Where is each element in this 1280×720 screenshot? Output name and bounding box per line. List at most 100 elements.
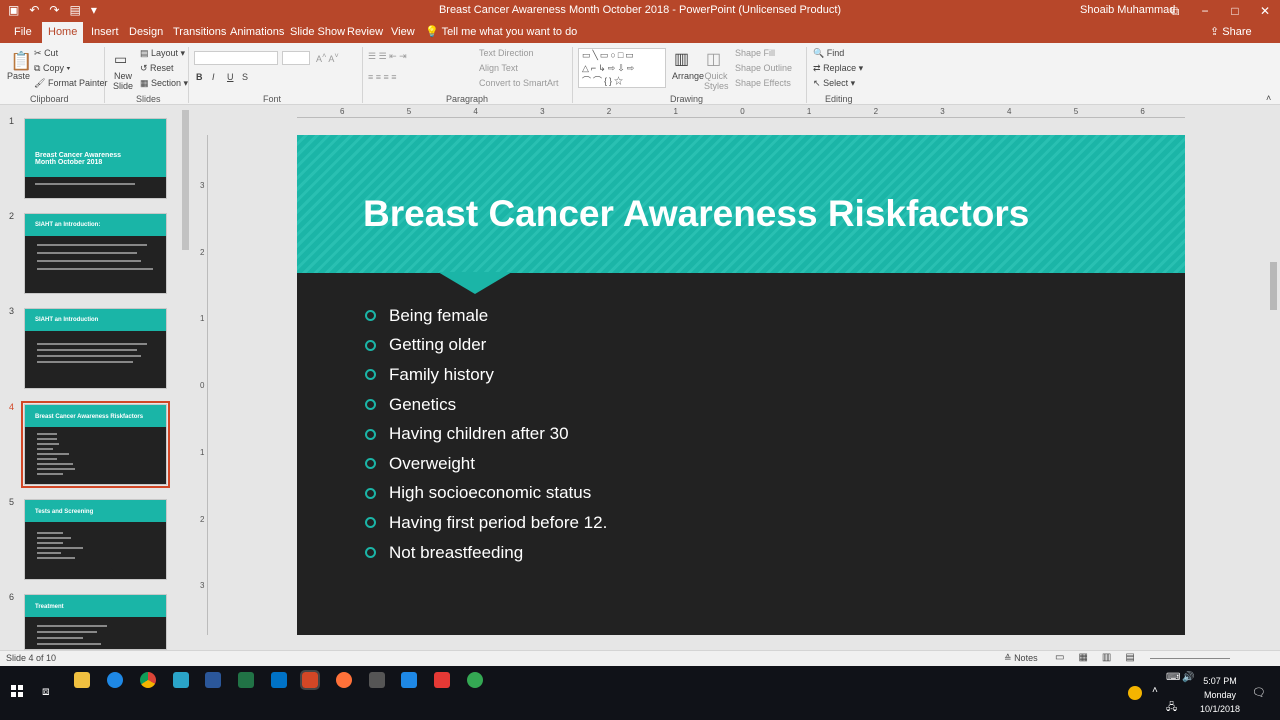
replace-icon: ⇄ [813,63,821,73]
view-buttons[interactable]: ▭▦▥▤ [1055,652,1149,663]
share-button[interactable]: ⇪ Share [1210,22,1252,43]
format-painter-button[interactable]: 🖌 Format Painter [34,78,107,89]
tab-file[interactable]: File [8,22,38,43]
convert-smartart-button[interactable]: Convert to SmartArt [479,78,559,88]
outlook-icon[interactable] [271,672,287,688]
select-button[interactable]: ↖ Select ▾ [813,78,855,89]
zoom-slider[interactable] [1150,658,1230,659]
task-view-icon[interactable]: ⧈ [42,684,50,699]
cut-button[interactable]: ✂ Cut [34,48,58,59]
slide-thumbnail-1[interactable]: Breast Cancer Awareness Month October 20… [24,118,167,199]
bullet-item[interactable]: Not breastfeeding [363,538,607,568]
replace-button[interactable]: ⇄ Replace ▾ [813,63,863,74]
shape-fill-button[interactable]: Shape Fill [735,48,775,58]
tab-design[interactable]: Design [123,22,169,43]
section-button[interactable]: ▦ Section ▾ [140,78,188,89]
quick-styles-button[interactable]: Quick Styles [704,71,729,91]
italic-button[interactable]: I [212,72,215,82]
tab-review[interactable]: Review [341,22,389,43]
align-icons[interactable]: ≡ ≡ ≡ ≡ [368,72,397,82]
app-icon[interactable] [173,672,189,688]
font-size-buttons[interactable]: A˄ A˅ [316,51,339,64]
restore-button[interactable]: □ [1220,0,1250,22]
copy-button[interactable]: ⧉ Copy ▾ [34,63,70,74]
bullet-item[interactable]: Overweight [363,449,607,479]
bullet-item[interactable]: Family history [363,360,607,390]
shape-outline-button[interactable]: Shape Outline [735,63,792,73]
reset-label: Reset [150,63,174,73]
minimize-button[interactable]: − [1190,0,1220,22]
font-size-dropdown[interactable] [282,51,310,65]
tab-home[interactable]: Home [42,22,84,43]
bold-button[interactable]: B [196,72,203,82]
app-green-icon[interactable] [467,672,483,688]
shapes-gallery[interactable]: ▭╲▭○□▭ △⌐↳⇨⇩⇨ ⌒⌒{}☆ [578,48,666,88]
bullet-item[interactable]: Having first period before 12. [363,508,607,538]
quick-styles-icon[interactable]: ◫ [706,49,721,69]
powerpoint-icon[interactable] [300,670,320,690]
slide-thumbnail-2[interactable]: SIAHT an Introduction: [24,213,167,294]
reset-button[interactable]: ↺ Reset [140,63,174,74]
ruler-label: 1 [673,107,678,116]
font-name-dropdown[interactable] [194,51,278,65]
bullet-circle-icon [365,458,376,470]
action-center-icon[interactable]: 🗨 [1252,686,1266,699]
ribbon-display-options-button[interactable]: ⧉ [1160,0,1190,22]
show-hidden-icons[interactable]: ˄ [1152,685,1158,696]
notes-button[interactable]: ≙ Notes [1004,653,1038,664]
excel-icon[interactable] [238,672,254,688]
tab-transitions[interactable]: Transitions [167,22,232,43]
slide-title[interactable]: Breast Cancer Awareness Riskfactors [363,193,1029,235]
bullets-icon[interactable]: ☰ ☰ ⇤ ⇥ [368,51,407,62]
tab-view[interactable]: View [385,22,421,43]
tell-me-search[interactable]: 💡 Tell me what you want to do [425,22,577,43]
slide-thumbnail-4[interactable]: Breast Cancer Awareness Riskfactors [21,401,170,488]
bullet-text: High socioeconomic status [389,483,592,503]
slide-thumbnail-3[interactable]: SIAHT an Introduction [24,308,167,389]
bullet-item[interactable]: Genetics [363,390,607,420]
editor-scrollbar[interactable] [1268,92,1278,632]
volume-icon[interactable]: 🔊 [1182,672,1194,683]
word-icon[interactable] [205,672,221,688]
slide-canvas[interactable]: Breast Cancer Awareness Riskfactors Bein… [297,135,1185,635]
arrange-icon[interactable]: ▥ [674,49,689,69]
edge-icon[interactable] [107,672,123,688]
slide-bullet-list[interactable]: Being female Getting older Family history G… [363,301,607,567]
layout-button[interactable]: ▤ Layout ▾ [140,48,185,59]
paste-button[interactable]: Paste [7,71,30,81]
chrome-icon[interactable] [140,672,156,688]
paste-icon[interactable]: 📋 [10,51,32,72]
app-red-icon[interactable] [434,672,450,688]
slide-thumbnail-6[interactable]: Treatment [24,594,167,650]
new-slide-icon[interactable]: ▭ [114,51,127,68]
strikethrough-button[interactable]: S [242,72,248,82]
find-button[interactable]: 🔍 Find [813,48,844,59]
tab-insert[interactable]: Insert [85,22,125,43]
bullet-item[interactable]: Getting older [363,331,607,361]
bullet-item[interactable]: Having children after 30 [363,419,607,449]
bullet-item[interactable]: High socioeconomic status [363,479,607,509]
notification-icon[interactable] [1128,686,1142,700]
ribbon-tabs: File Home Insert Design Transitions Anim… [0,22,1280,43]
underline-button[interactable]: U [227,72,234,82]
arrange-button[interactable]: Arrange [672,71,704,81]
file-explorer-icon[interactable] [74,672,90,688]
network-icon[interactable]: 🖧 [1166,700,1177,717]
firefox-icon[interactable] [336,672,352,688]
new-slide-button[interactable]: New Slide [110,71,136,91]
thumbnail-scrollbar[interactable] [181,106,190,650]
shape-effects-button[interactable]: Shape Effects [735,78,791,88]
bullet-text: Genetics [389,394,457,414]
app-s-icon[interactable] [401,672,417,688]
bullet-item[interactable]: Being female [363,301,607,331]
tab-animations[interactable]: Animations [224,22,290,43]
system-clock[interactable]: 5:07 PM Monday 10/1/2018 [1200,674,1240,716]
slide-thumbnail-5[interactable]: Tests and Screening [24,499,167,580]
windows-start-icon[interactable] [11,685,23,697]
align-text-button[interactable]: Align Text [479,63,518,73]
bullet-circle-icon [365,487,376,499]
keyboard-icon[interactable]: ⌨ [1166,672,1180,683]
calculator-icon[interactable] [369,672,385,688]
close-button[interactable]: ✕ [1250,0,1280,22]
text-direction-button[interactable]: Text Direction [479,48,534,58]
